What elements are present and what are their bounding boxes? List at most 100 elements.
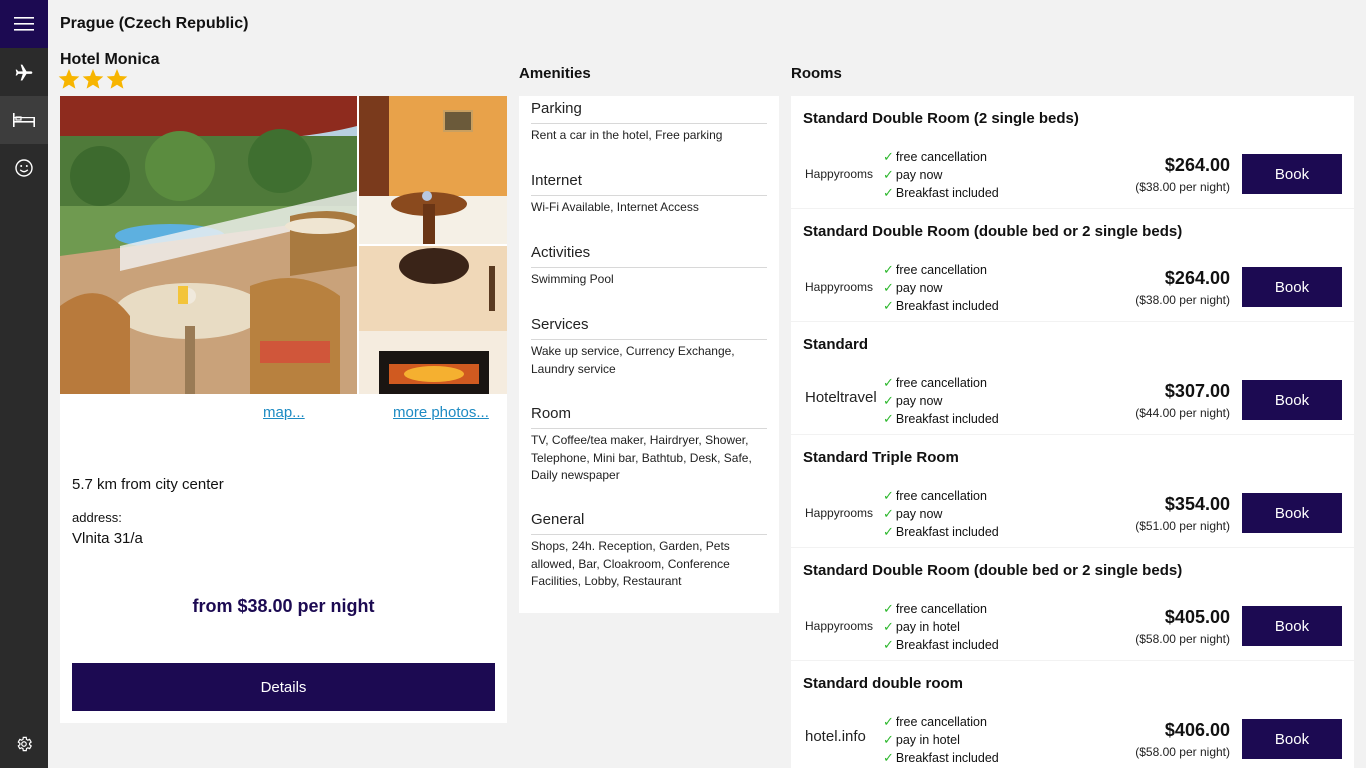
amenity-title: Internet xyxy=(531,172,767,196)
feature-text: pay in hotel xyxy=(895,733,960,747)
book-button[interactable]: Book xyxy=(1242,606,1342,646)
amenities-heading: Amenities xyxy=(519,65,591,82)
feature-text: pay now xyxy=(895,394,943,408)
amenity-desc: Wake up service, Currency Exchange, Laun… xyxy=(531,344,735,376)
room-card: Standard Double Room (double bed or 2 si… xyxy=(791,548,1354,660)
feature-text: pay in hotel xyxy=(895,620,960,634)
address-label: address: xyxy=(72,510,122,525)
room-provider: Happyrooms xyxy=(805,167,874,181)
amenity-desc: Wi-Fi Available, Internet Access xyxy=(531,200,699,214)
room-card: Standard double room hotel.info ✓ free ca… xyxy=(791,661,1354,768)
amenity-parking: Parking Rent a car in the hotel, Free pa… xyxy=(531,100,767,172)
room-provider: hotel.info xyxy=(805,728,866,745)
page-title: Prague (Czech Republic) xyxy=(60,15,249,32)
more-photos-link[interactable]: more photos... xyxy=(393,404,489,421)
book-button[interactable]: Book xyxy=(1242,719,1342,759)
check-icon: ✓ xyxy=(883,488,894,503)
amenity-desc: TV, Coffee/tea maker, Hairdryer, Shower,… xyxy=(531,433,752,482)
smiley-icon xyxy=(15,159,33,177)
amenity-title: Parking xyxy=(531,100,767,124)
feature-text: Breakfast included xyxy=(895,638,999,652)
hotel-photo-room[interactable] xyxy=(359,96,507,244)
room-per-night: ($38.00 per night) xyxy=(1135,180,1230,194)
room-features: ✓ free cancellation ✓ pay in hotel ✓ Breakf… xyxy=(883,600,999,654)
room-features: ✓ free cancellation ✓ pay now ✓ Breakfast i… xyxy=(883,261,999,315)
feature-text: free cancellation xyxy=(895,376,987,390)
star-icon xyxy=(106,69,128,89)
nav-rail xyxy=(0,0,48,768)
hotel-photo-terrace[interactable] xyxy=(60,96,357,394)
check-icon: ✓ xyxy=(883,714,894,729)
flights-nav-button[interactable] xyxy=(0,49,48,97)
feature-text: pay now xyxy=(895,168,943,182)
book-button[interactable]: Book xyxy=(1242,493,1342,533)
map-link[interactable]: map... xyxy=(263,404,305,421)
check-icon: ✓ xyxy=(883,506,894,521)
book-button[interactable]: Book xyxy=(1242,154,1342,194)
room-price: $406.00 xyxy=(1164,720,1230,740)
details-button[interactable]: Details xyxy=(72,663,495,711)
room-features: ✓ free cancellation ✓ pay now ✓ Breakfast i… xyxy=(883,487,999,541)
room-name: Standard Triple Room xyxy=(803,449,959,466)
room-card: Standard Double Room (double bed or 2 si… xyxy=(791,209,1354,321)
distance-text: 5.7 km from city center xyxy=(72,476,224,493)
book-button[interactable]: Book xyxy=(1242,380,1342,420)
room-card: Standard Hoteltravel ✓ free cancellation … xyxy=(791,322,1354,434)
room-provider: Happyrooms xyxy=(805,280,874,294)
room-price: $405.00 xyxy=(1164,607,1230,627)
hotel-photo-fireplace[interactable] xyxy=(359,246,507,394)
hamburger-icon xyxy=(14,17,34,31)
check-icon: ✓ xyxy=(883,619,894,634)
amenities-card: Parking Rent a car in the hotel, Free pa… xyxy=(519,96,779,613)
address-value: Vlnita 31/a xyxy=(72,530,143,547)
amenity-title: Activities xyxy=(531,244,767,268)
feature-text: free cancellation xyxy=(895,150,987,164)
room-price: $307.00 xyxy=(1164,381,1230,401)
check-icon: ✓ xyxy=(883,411,894,426)
check-icon: ✓ xyxy=(883,750,894,765)
room-per-night: ($38.00 per night) xyxy=(1135,293,1230,307)
star-icon xyxy=(58,69,80,89)
feature-text: Breakfast included xyxy=(895,299,999,313)
gear-icon xyxy=(17,736,32,752)
check-icon: ✓ xyxy=(883,280,894,295)
amenity-internet: Internet Wi-Fi Available, Internet Acces… xyxy=(531,172,767,244)
room-name: Standard Double Room (double bed or 2 si… xyxy=(803,562,1183,579)
room-name: Standard Double Room (double bed or 2 si… xyxy=(803,223,1183,240)
book-button[interactable]: Book xyxy=(1242,267,1342,307)
check-icon: ✓ xyxy=(883,637,894,652)
room-features: ✓ free cancellation ✓ pay in hotel ✓ Breakf… xyxy=(883,713,999,767)
room-per-night: ($58.00 per night) xyxy=(1135,745,1230,759)
check-icon: ✓ xyxy=(883,149,894,164)
room-per-night: ($44.00 per night) xyxy=(1135,406,1230,420)
star-icon xyxy=(82,69,104,89)
amenity-room: Room TV, Coffee/tea maker, Hairdryer, Sh… xyxy=(531,405,767,511)
check-icon: ✓ xyxy=(883,601,894,616)
amenity-desc: Shops, 24h. Reception, Garden, Pets allo… xyxy=(531,539,730,588)
check-icon: ✓ xyxy=(883,375,894,390)
feature-text: Breakfast included xyxy=(895,186,999,200)
feature-text: pay now xyxy=(895,281,943,295)
amenity-services: Services Wake up service, Currency Excha… xyxy=(531,316,767,405)
check-icon: ✓ xyxy=(883,185,894,200)
room-features: ✓ free cancellation ✓ pay now ✓ Breakfast i… xyxy=(883,374,999,428)
hotels-nav-button[interactable] xyxy=(0,96,48,144)
check-icon: ✓ xyxy=(883,524,894,539)
hamburger-menu-button[interactable] xyxy=(0,0,48,48)
feature-text: Breakfast included xyxy=(895,412,999,426)
amenity-desc: Rent a car in the hotel, Free parking xyxy=(531,128,723,142)
amenity-title: Room xyxy=(531,405,767,429)
room-card: Standard Double Room (2 single beds) Hap… xyxy=(791,96,1354,208)
room-price: $354.00 xyxy=(1164,494,1230,514)
room-card: Standard Triple Room Happyrooms ✓ free ca… xyxy=(791,435,1354,547)
airplane-icon xyxy=(15,64,33,81)
check-icon: ✓ xyxy=(883,167,894,182)
room-provider: Hoteltravel xyxy=(805,389,877,406)
hotel-card: map... more photos... 5.7 km from city c… xyxy=(60,96,507,723)
hotel-name: Hotel Monica xyxy=(60,51,160,68)
profile-nav-button[interactable] xyxy=(0,144,48,192)
settings-nav-button[interactable] xyxy=(0,720,48,768)
room-features: ✓ free cancellation ✓ pay now ✓ Breakfast i… xyxy=(883,148,999,202)
check-icon: ✓ xyxy=(883,262,894,277)
room-per-night: ($58.00 per night) xyxy=(1135,632,1230,646)
